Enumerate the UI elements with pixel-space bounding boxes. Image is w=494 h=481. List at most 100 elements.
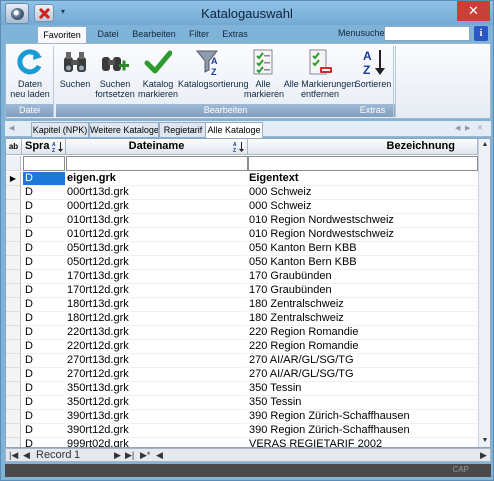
row-selector[interactable] <box>6 214 21 228</box>
cell-spra[interactable]: D <box>23 242 65 256</box>
tab-next-icon[interactable]: ▶ <box>465 124 470 132</box>
row-selector[interactable] <box>6 340 21 354</box>
cell-spra[interactable]: D <box>23 326 65 340</box>
row-selector[interactable] <box>6 326 21 340</box>
cell-spra[interactable]: D <box>23 410 65 424</box>
tab-kapitel-npk[interactable]: Kapitel (NPK) <box>31 122 89 137</box>
cell-spra[interactable]: D <box>23 270 65 284</box>
cell-bezeichnung[interactable]: 350 Tessin <box>249 396 477 410</box>
filter-bezeichnung-input[interactable] <box>248 156 478 171</box>
tab-alle-kataloge[interactable]: Alle Kataloge <box>205 122 263 138</box>
tab-datei[interactable]: Datei <box>91 26 125 43</box>
cell-dateiname[interactable]: 180rt12d.grk <box>67 312 247 326</box>
tab-regietarif[interactable]: Regietarif <box>159 122 207 137</box>
row-selector[interactable] <box>6 242 21 256</box>
suchen-button[interactable]: Suchen <box>58 48 92 89</box>
last-record-icon[interactable]: ▶| <box>125 449 134 461</box>
tab-close-icon[interactable]: ✕ <box>477 124 483 132</box>
spra-sort-icon[interactable]: AZ <box>52 141 64 154</box>
cell-dateiname[interactable]: 390rt12d.grk <box>67 424 247 438</box>
daten-neu-laden-button[interactable]: Daten neu laden <box>8 48 52 99</box>
cell-dateiname[interactable]: 170rt13d.grk <box>67 270 247 284</box>
cell-bezeichnung[interactable]: 220 Region Romandie <box>249 340 477 354</box>
cell-bezeichnung[interactable]: VERAS REGIETARIF 2002 <box>249 438 477 447</box>
cell-spra[interactable]: D <box>23 256 65 270</box>
tab-weitere-kataloge[interactable]: Weitere Kataloge <box>89 122 159 137</box>
cell-dateiname[interactable]: 010rt13d.grk <box>67 214 247 228</box>
first-record-icon[interactable]: |◀ <box>9 449 18 461</box>
cell-dateiname[interactable]: 999rt02d.grk <box>67 438 247 447</box>
cell-spra[interactable]: D <box>23 172 65 186</box>
cell-dateiname[interactable]: 000rt13d.grk <box>67 186 247 200</box>
row-selector[interactable] <box>6 368 21 382</box>
row-selector[interactable] <box>6 284 21 298</box>
filter-dateiname-input[interactable] <box>66 156 248 171</box>
cell-bezeichnung[interactable]: Eigentext <box>249 172 477 186</box>
cell-bezeichnung[interactable]: 390 Region Zürich-Schaffhausen <box>249 424 477 438</box>
record-number-input[interactable]: 1 <box>74 449 80 461</box>
filter-spra-input[interactable] <box>23 156 65 171</box>
cell-dateiname[interactable]: 390rt13d.grk <box>67 410 247 424</box>
row-selector[interactable] <box>6 396 21 410</box>
column-header-dateiname[interactable]: Dateiname AZ <box>66 139 248 155</box>
cell-spra[interactable]: D <box>23 396 65 410</box>
cell-bezeichnung[interactable]: 170 Graubünden <box>249 284 477 298</box>
cell-bezeichnung[interactable]: 050 Kanton Bern KBB <box>249 242 477 256</box>
hscroll-right-icon[interactable]: ▶ <box>480 449 487 461</box>
column-header-bezeichnung[interactable]: Bezeichnung <box>248 139 478 155</box>
katalogsortierung-button[interactable]: AZ Katalogsortierung <box>178 48 249 89</box>
help-icon[interactable]: i <box>474 26 488 41</box>
scroll-up-icon[interactable]: ▲ <box>480 140 490 150</box>
row-selector[interactable] <box>6 438 21 447</box>
sortieren-button[interactable]: AZ Sortieren <box>354 48 392 89</box>
cell-dateiname[interactable]: 220rt12d.grk <box>67 340 247 354</box>
scroll-down-icon[interactable]: ▼ <box>480 436 490 446</box>
cell-bezeichnung[interactable]: 000 Schweiz <box>249 200 477 214</box>
row-selector[interactable] <box>6 312 21 326</box>
cell-dateiname[interactable]: 180rt13d.grk <box>67 298 247 312</box>
cell-bezeichnung[interactable]: 050 Kanton Bern KBB <box>249 256 477 270</box>
row-selector[interactable] <box>6 186 21 200</box>
new-record-icon[interactable]: ▶* <box>140 449 150 461</box>
row-selector[interactable] <box>6 424 21 438</box>
cell-bezeichnung[interactable]: 000 Schweiz <box>249 186 477 200</box>
alle-markierungen-entfernen-button[interactable]: Alle Markierungen entfernen <box>282 48 358 99</box>
cell-spra[interactable]: D <box>23 438 65 447</box>
row-selector[interactable] <box>6 256 21 270</box>
select-all-corner[interactable]: ab <box>6 139 22 155</box>
alle-markieren-button[interactable]: Alle markieren <box>244 48 284 99</box>
cell-spra[interactable]: D <box>23 228 65 242</box>
tab-prev-icon[interactable]: ◀ <box>455 124 460 132</box>
cell-bezeichnung[interactable]: 170 Graubünden <box>249 270 477 284</box>
cell-spra[interactable]: D <box>23 354 65 368</box>
cell-spra[interactable]: D <box>23 382 65 396</box>
cell-dateiname[interactable]: 350rt12d.grk <box>67 396 247 410</box>
cell-spra[interactable]: D <box>23 298 65 312</box>
cell-dateiname[interactable]: 050rt12d.grk <box>67 256 247 270</box>
hscroll-left-icon[interactable]: ◀ <box>156 449 163 461</box>
cell-spra[interactable]: D <box>23 340 65 354</box>
prev-record-icon[interactable]: ◀ <box>23 449 30 461</box>
cell-dateiname[interactable]: eigen.grk <box>67 172 247 186</box>
row-selector[interactable] <box>6 270 21 284</box>
cell-spra[interactable]: D <box>23 214 65 228</box>
tab-filter[interactable]: Filter <box>183 26 215 43</box>
cell-bezeichnung[interactable]: 010 Region Nordwestschweiz <box>249 214 477 228</box>
row-selector[interactable] <box>6 200 21 214</box>
cell-dateiname[interactable]: 170rt12d.grk <box>67 284 247 298</box>
menusuche-input[interactable] <box>384 26 470 41</box>
cell-bezeichnung[interactable]: 180 Zentralschweiz <box>249 298 477 312</box>
column-header-spra[interactable]: Spra AZ <box>22 139 66 155</box>
cell-bezeichnung[interactable]: 180 Zentralschweiz <box>249 312 477 326</box>
row-selector[interactable] <box>6 228 21 242</box>
cell-spra[interactable]: D <box>23 312 65 326</box>
katalog-markieren-button[interactable]: Katalog markieren <box>138 48 178 99</box>
cell-bezeichnung[interactable]: 270 AI/AR/GL/SG/TG <box>249 368 477 382</box>
row-selector[interactable] <box>6 354 21 368</box>
tab-bearbeiten[interactable]: Bearbeiten <box>127 26 181 43</box>
tab-favoriten[interactable]: Favoriten <box>37 26 87 43</box>
cell-dateiname[interactable]: 050rt13d.grk <box>67 242 247 256</box>
cell-bezeichnung[interactable]: 270 AI/AR/GL/SG/TG <box>249 354 477 368</box>
vertical-scrollbar[interactable]: ▲ ▼ <box>478 139 490 447</box>
cell-spra[interactable]: D <box>23 424 65 438</box>
